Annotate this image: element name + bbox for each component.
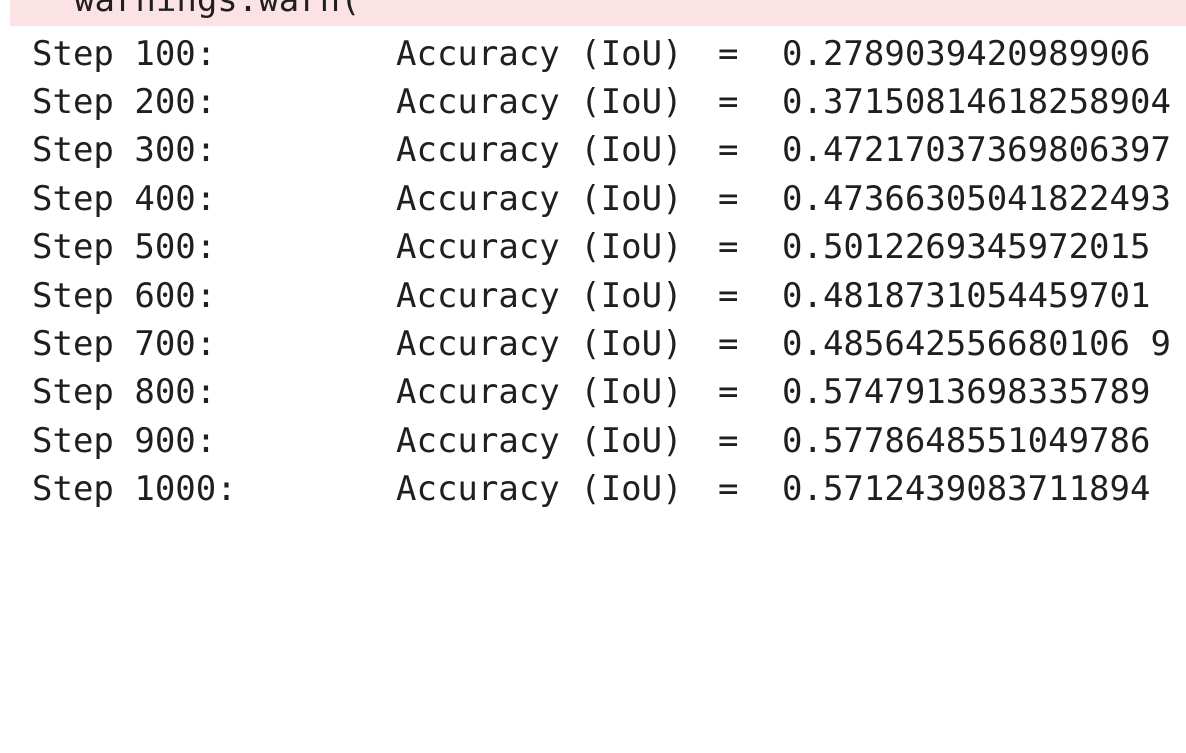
equals-sign: = bbox=[718, 179, 739, 219]
equals-sign: = bbox=[718, 34, 739, 74]
output-row: Step 300: Accuracy (IoU) = 0.47217037369… bbox=[0, 126, 1186, 174]
step-label: Step 200: bbox=[32, 82, 217, 122]
equals-sign: = bbox=[718, 227, 739, 267]
metric-label: Accuracy (IoU) bbox=[396, 130, 683, 170]
metric-label: Accuracy (IoU) bbox=[396, 421, 683, 461]
accuracy-value: 0.5747913698335789 bbox=[782, 372, 1151, 412]
accuracy-value: 0.4818731054459701 bbox=[782, 276, 1151, 316]
output-row: Step 400: Accuracy (IoU) = 0.47366305041… bbox=[0, 175, 1186, 223]
equals-sign: = bbox=[718, 276, 739, 316]
accuracy-value: 0.47366305041822493 bbox=[782, 179, 1171, 219]
equals-sign: = bbox=[718, 421, 739, 461]
accuracy-value: 0.47217037369806397 bbox=[782, 130, 1171, 170]
metric-label: Accuracy (IoU) bbox=[396, 227, 683, 267]
accuracy-value: 0.2789039420989906 bbox=[782, 34, 1151, 74]
equals-sign: = bbox=[718, 372, 739, 412]
step-label: Step 100: bbox=[32, 34, 217, 74]
step-label: Step 900: bbox=[32, 421, 217, 461]
metric-label: Accuracy (IoU) bbox=[396, 469, 683, 509]
metric-label: Accuracy (IoU) bbox=[396, 179, 683, 219]
step-label: Step 500: bbox=[32, 227, 217, 267]
warning-line: warnings.warn( bbox=[74, 0, 361, 20]
output-row: Step 600: Accuracy (IoU) = 0.48187310544… bbox=[0, 272, 1186, 320]
equals-sign: = bbox=[718, 82, 739, 122]
step-label: Step 600: bbox=[32, 276, 217, 316]
metric-label: Accuracy (IoU) bbox=[396, 276, 683, 316]
step-label: Step 700: bbox=[32, 324, 217, 364]
cell-output-block: Step 100: Accuracy (IoU) = 0.27890394209… bbox=[0, 30, 1186, 532]
accuracy-value: 0.5012269345972015 bbox=[782, 227, 1151, 267]
step-label: Step 1000: bbox=[32, 469, 237, 509]
metric-label: Accuracy (IoU) bbox=[396, 34, 683, 74]
stderr-output-block: warnings.warn( bbox=[10, 0, 1186, 26]
equals-sign: = bbox=[718, 469, 739, 509]
metric-label: Accuracy (IoU) bbox=[396, 324, 683, 364]
accuracy-value: 0.5778648551049786 bbox=[782, 421, 1151, 461]
accuracy-value: 0.485642556680106 9 bbox=[782, 324, 1171, 364]
equals-sign: = bbox=[718, 130, 739, 170]
output-row: Step 200: Accuracy (IoU) = 0.37150814618… bbox=[0, 78, 1186, 126]
output-row: Step 1000: Accuracy (IoU) = 0.5712439083… bbox=[0, 465, 1186, 513]
output-row: Step 800: Accuracy (IoU) = 0.57479136983… bbox=[0, 368, 1186, 416]
accuracy-value: 0.5712439083711894 bbox=[782, 469, 1151, 509]
output-row: Step 500: Accuracy (IoU) = 0.50122693459… bbox=[0, 223, 1186, 271]
output-row: Step 700: Accuracy (IoU) = 0.48564255668… bbox=[0, 320, 1186, 368]
output-row: Step 100: Accuracy (IoU) = 0.27890394209… bbox=[0, 30, 1186, 78]
metric-label: Accuracy (IoU) bbox=[396, 82, 683, 122]
step-label: Step 800: bbox=[32, 372, 217, 412]
equals-sign: = bbox=[718, 324, 739, 364]
output-row: Step 900: Accuracy (IoU) = 0.57786485510… bbox=[0, 417, 1186, 465]
step-label: Step 300: bbox=[32, 130, 217, 170]
metric-label: Accuracy (IoU) bbox=[396, 372, 683, 412]
step-label: Step 400: bbox=[32, 179, 217, 219]
accuracy-value: 0.37150814618258904 bbox=[782, 82, 1171, 122]
